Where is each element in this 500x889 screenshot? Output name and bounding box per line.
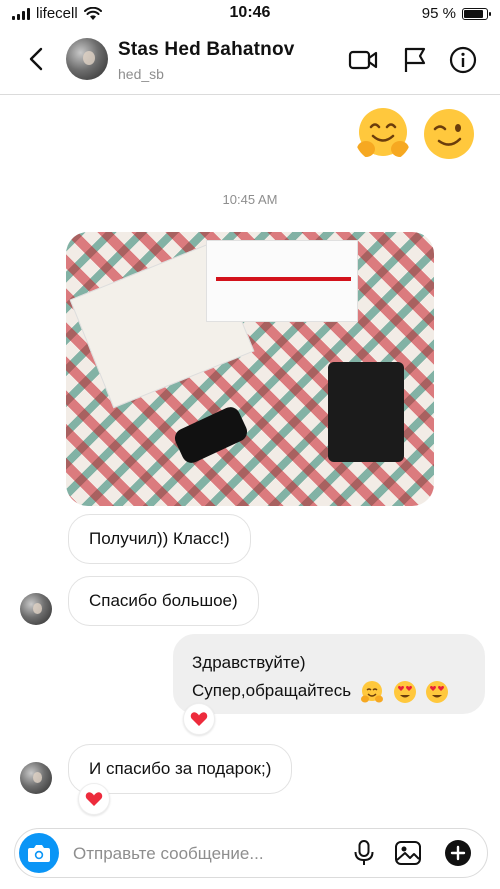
battery-icon bbox=[462, 7, 491, 20]
status-right: 95 % bbox=[421, 5, 491, 22]
contact-name[interactable]: Stas Hed Bahatnov bbox=[118, 39, 295, 61]
red-heart-icon bbox=[190, 712, 208, 726]
photo-content-gift-box bbox=[206, 240, 358, 322]
camera-icon bbox=[28, 845, 50, 862]
microphone-icon[interactable] bbox=[349, 838, 379, 868]
heart-reaction[interactable] bbox=[183, 703, 215, 735]
red-heart-icon bbox=[85, 792, 103, 806]
photo-message[interactable] bbox=[66, 232, 434, 506]
received-message-bubble[interactable]: Спасибо большое) bbox=[68, 576, 259, 626]
video-call-icon[interactable] bbox=[348, 46, 378, 74]
message-input[interactable] bbox=[71, 837, 345, 871]
report-flag-icon[interactable] bbox=[400, 46, 430, 74]
status-bar: lifecell 10:46 95 % bbox=[0, 0, 500, 26]
back-arrow-icon[interactable] bbox=[22, 44, 52, 74]
heart-reaction[interactable] bbox=[78, 783, 110, 815]
message-text: Спасибо большое) bbox=[89, 591, 238, 610]
battery-percent: 95 % bbox=[421, 5, 456, 22]
contact-avatar[interactable] bbox=[66, 38, 108, 80]
camera-button[interactable] bbox=[19, 833, 59, 873]
heart-eyes-emoji-icon bbox=[393, 680, 416, 703]
sender-avatar[interactable] bbox=[20, 762, 52, 794]
message-text-line: Здравствуйте) bbox=[192, 653, 306, 672]
message-text: Получил)) Класс!) bbox=[89, 529, 230, 548]
info-icon[interactable] bbox=[448, 46, 478, 74]
plus-icon[interactable] bbox=[443, 838, 473, 868]
hugging-face-emoji-icon bbox=[360, 680, 383, 703]
heart-eyes-emoji-icon bbox=[426, 680, 449, 703]
chat-header: Stas Hed Bahatnov hed_sb bbox=[0, 26, 500, 95]
sent-message-bubble[interactable]: Здравствуйте) Супер,обращайтесь bbox=[173, 634, 485, 714]
sender-avatar[interactable] bbox=[20, 593, 52, 625]
winking-face-emoji-icon bbox=[424, 109, 474, 159]
message-timestamp: 10:45 AM bbox=[222, 192, 278, 207]
received-message-bubble[interactable]: Получил)) Класс!) bbox=[68, 514, 251, 564]
contact-username[interactable]: hed_sb bbox=[118, 66, 164, 82]
message-text-line: Супер,обращайтесь bbox=[192, 681, 352, 700]
message-composer bbox=[14, 828, 488, 878]
message-text: И спасибо за подарок;) bbox=[89, 759, 272, 778]
photo-content-key bbox=[171, 403, 251, 467]
photo-content-card bbox=[328, 362, 404, 462]
gallery-icon[interactable] bbox=[393, 838, 423, 868]
hugging-face-emoji-icon bbox=[357, 108, 409, 157]
photo-content-ribbon bbox=[216, 277, 351, 281]
